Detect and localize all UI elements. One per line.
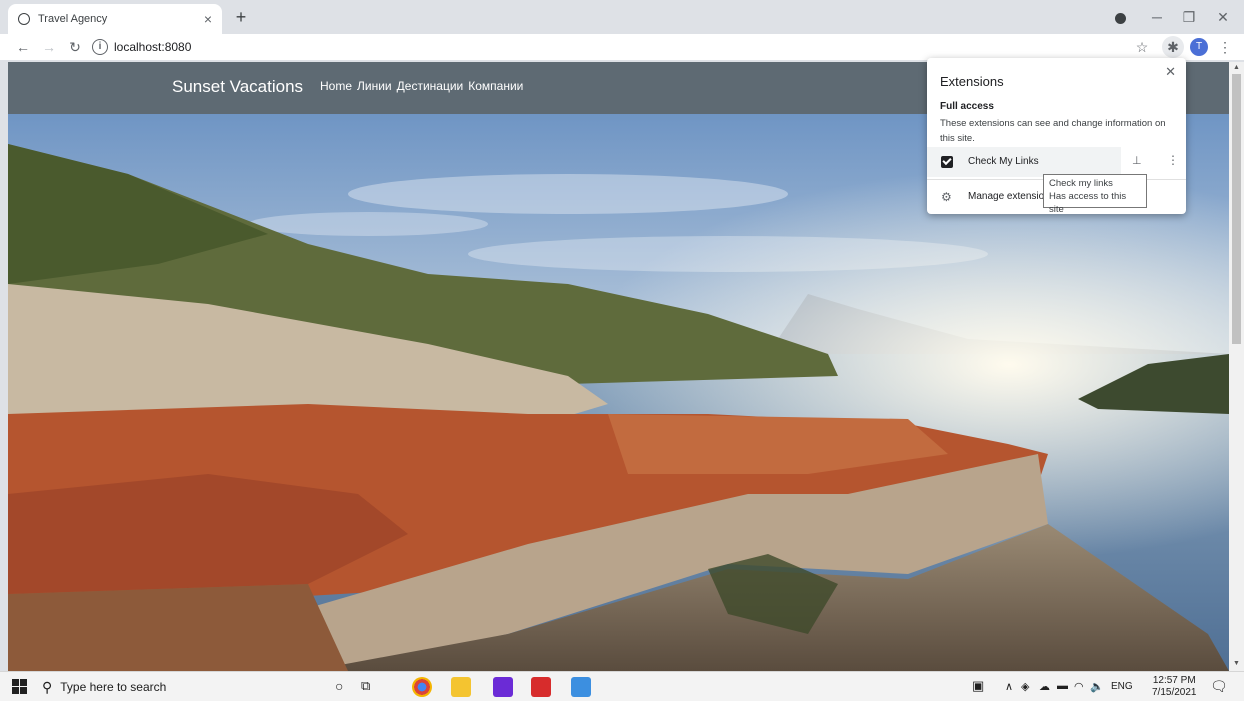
- file-explorer-icon[interactable]: [451, 677, 471, 697]
- nav-destinations[interactable]: Дестинации: [397, 79, 464, 93]
- clock-date: 7/15/2021: [1152, 687, 1197, 698]
- nav-companies[interactable]: Компании: [468, 79, 523, 93]
- tab-title: Travel Agency: [38, 13, 108, 25]
- windows-taskbar: ⚲ Type here to search ○ ⧉ ▣ ∧ ◈ ☁ ▬ ◠ 🔈 …: [0, 671, 1244, 701]
- chrome-app-icon[interactable]: [412, 677, 432, 697]
- search-placeholder: Type here to search: [60, 680, 167, 694]
- pin-icon[interactable]: ⊥: [1132, 154, 1142, 167]
- tooltip-subtitle: Has access to this site: [1049, 191, 1127, 215]
- browser-toolbar: ← → ↻ i localhost:8080 ☆ ✱ T ⋮: [0, 34, 1244, 60]
- new-tab-button[interactable]: +: [230, 6, 252, 28]
- tab-strip: Travel Agency × + ─ ❐ ✕: [0, 0, 1244, 34]
- menu-kebab-icon[interactable]: ⋮: [1214, 36, 1236, 58]
- extension-more-icon[interactable]: ⋮: [1167, 153, 1179, 167]
- nav-lines[interactable]: Линии: [357, 79, 392, 93]
- back-icon[interactable]: ←: [12, 36, 34, 58]
- extension-tooltip: Check my links Has access to this site: [1043, 174, 1147, 215]
- close-window-icon[interactable]: ✕: [1204, 0, 1242, 34]
- scroll-thumb[interactable]: [1232, 74, 1241, 344]
- address-bar[interactable]: i localhost:8080: [92, 36, 1122, 58]
- battery-icon[interactable]: ▬: [1057, 680, 1068, 692]
- language-indicator[interactable]: ENG: [1111, 681, 1133, 692]
- task-view-icon[interactable]: ⧉: [361, 678, 370, 694]
- close-popup-icon[interactable]: ✕: [1165, 64, 1176, 80]
- check-my-links-icon: [941, 156, 953, 168]
- wifi-icon[interactable]: ◠: [1074, 680, 1084, 693]
- media-control-icon[interactable]: [1101, 0, 1139, 34]
- app-icon[interactable]: [571, 677, 591, 697]
- search-icon: ⚲: [42, 678, 53, 695]
- bookmark-star-icon[interactable]: ☆: [1131, 36, 1153, 58]
- cortana-icon[interactable]: ○: [335, 678, 343, 694]
- close-tab-icon[interactable]: ×: [204, 11, 212, 27]
- volume-icon[interactable]: 🔈: [1090, 680, 1104, 693]
- url-text: localhost:8080: [114, 40, 192, 54]
- site-nav: Home Линии Дестинации Компании: [320, 79, 523, 93]
- intellij-app-icon[interactable]: [493, 677, 513, 697]
- globe-icon: [18, 13, 30, 25]
- extension-name: Check My Links: [968, 156, 1039, 167]
- clock-time: 12:57 PM: [1152, 675, 1196, 686]
- site-brand[interactable]: Sunset Vacations: [172, 77, 303, 97]
- full-access-description: These extensions can see and change info…: [940, 118, 1166, 144]
- scroll-down-icon[interactable]: ▼: [1232, 660, 1241, 668]
- cloud-icon[interactable]: ☁: [1039, 680, 1050, 693]
- full-access-heading: Full access: [940, 101, 994, 112]
- chevron-up-icon[interactable]: ∧: [1005, 680, 1013, 693]
- info-icon[interactable]: i: [92, 39, 108, 55]
- taskbar-search[interactable]: ⚲ Type here to search: [42, 674, 312, 700]
- manage-extensions-link[interactable]: Manage extensions: [968, 191, 1043, 202]
- page-scrollbar[interactable]: ▲ ▼: [1229, 62, 1244, 671]
- tablet-mode-icon[interactable]: ▣: [972, 678, 984, 694]
- notifications-icon[interactable]: 🗨: [1210, 678, 1228, 695]
- extensions-puzzle-icon[interactable]: ✱: [1162, 36, 1184, 58]
- acrobat-app-icon[interactable]: [531, 677, 551, 697]
- gear-icon: ⚙: [941, 190, 952, 204]
- tray-app-icon[interactable]: ◈: [1021, 680, 1029, 693]
- extension-item-check-my-links[interactable]: Check My Links: [927, 147, 1121, 177]
- reload-icon[interactable]: ↻: [64, 36, 86, 58]
- restore-icon[interactable]: ❐: [1170, 0, 1208, 34]
- nav-home[interactable]: Home: [320, 79, 352, 93]
- forward-icon[interactable]: →: [38, 36, 60, 58]
- popup-title: Extensions: [940, 74, 1004, 89]
- profile-avatar[interactable]: T: [1190, 38, 1208, 56]
- windows-start-icon[interactable]: [12, 679, 28, 695]
- browser-tab[interactable]: Travel Agency ×: [8, 4, 222, 34]
- scroll-up-icon[interactable]: ▲: [1232, 64, 1241, 72]
- tooltip-title: Check my links: [1049, 178, 1113, 189]
- clock[interactable]: 12:57 PM 7/15/2021: [1152, 675, 1197, 699]
